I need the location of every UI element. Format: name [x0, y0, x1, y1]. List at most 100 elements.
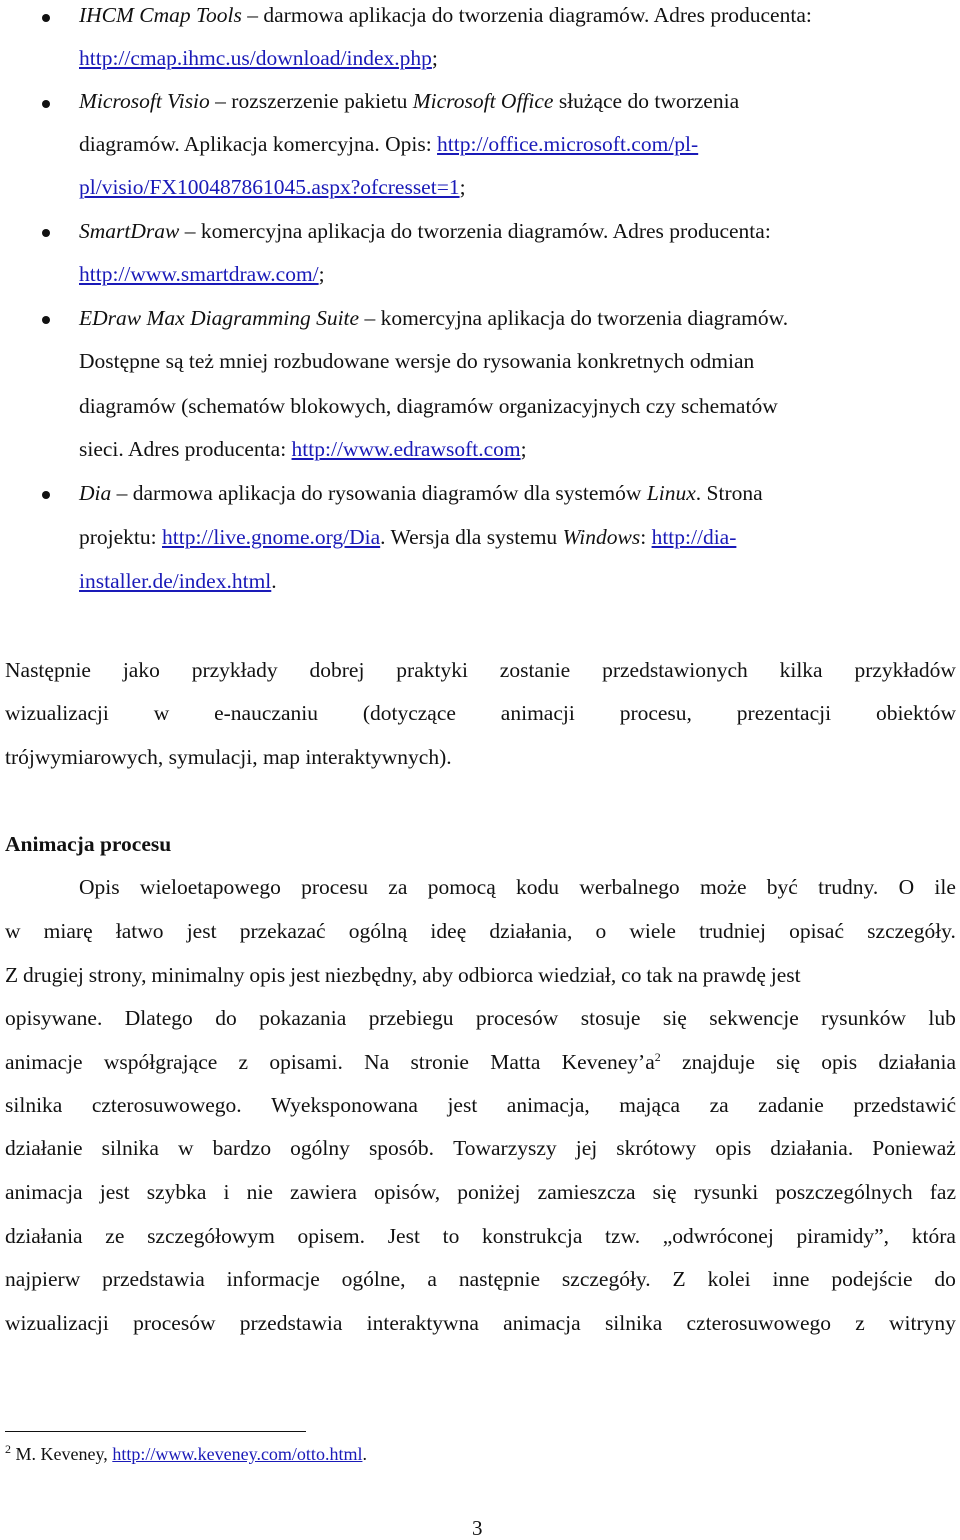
word: opis	[821, 1050, 858, 1074]
footnote-reference[interactable]: 2	[655, 1050, 661, 1064]
word: może	[699, 875, 747, 899]
word: się	[662, 1006, 687, 1030]
word: „odwróconej	[662, 1224, 774, 1248]
word: łatwo	[115, 919, 164, 943]
word: a	[427, 1267, 437, 1291]
word: Jest	[387, 1224, 420, 1248]
word: nie	[246, 1180, 273, 1204]
visio-link-part2[interactable]: pl/visio/FX100487861045.aspx?ofcresset=1	[79, 175, 460, 199]
dia-link[interactable]: http://live.gnome.org/Dia	[162, 525, 380, 549]
word: animacje	[5, 1050, 83, 1074]
word: jest	[99, 1180, 130, 1204]
bullet-line: diagramów. Aplikacja komercyjna. Opis: h…	[79, 132, 698, 156]
word: szczegółowym	[147, 1224, 275, 1248]
word: działania.	[770, 1136, 854, 1160]
paragraph-line: opisywane. Dlatego do pokazania przebiegu pro…	[5, 1006, 956, 1030]
dia-installer-link-part1[interactable]: http://dia-	[652, 525, 737, 549]
bullet-icon	[42, 229, 50, 237]
cmap-link[interactable]: http://cmap.ihmc.us/download/index.php	[79, 46, 432, 70]
paragraph-line: najpierw przedstawia informacje ogólne, a nas…	[5, 1267, 956, 1291]
word: Wyeksponowana	[271, 1093, 418, 1117]
dia-installer-link-part2[interactable]: installer.de/index.html	[79, 569, 271, 593]
word: inne	[772, 1267, 810, 1291]
visio-link-part1[interactable]: http://office.microsoft.com/pl-	[437, 132, 698, 156]
bullet-line: Microsoft Visio – rozszerzenie pakietu M…	[79, 89, 739, 113]
word: ogólną	[348, 919, 408, 943]
word: w	[178, 1136, 194, 1160]
word: ze	[105, 1224, 125, 1248]
word: podejście	[831, 1267, 913, 1291]
os-name: Linux	[646, 481, 696, 505]
word: to	[442, 1224, 460, 1248]
page-number: 3	[472, 1516, 483, 1540]
word: czterosuwowego	[686, 1311, 831, 1335]
word: (dotyczące	[362, 701, 456, 725]
bullet-text: – darmowa aplikacja do tworzenia diagram…	[241, 3, 812, 27]
word: O	[898, 875, 915, 899]
product-name: Microsoft Office	[412, 89, 554, 113]
word: działania	[5, 1224, 83, 1248]
word: lub	[928, 1006, 956, 1030]
word: animacja,	[506, 1093, 590, 1117]
word: kodu	[516, 875, 560, 899]
word: rysunki	[693, 1180, 759, 1204]
word: skrótowy	[616, 1136, 697, 1160]
word: przedstawia	[239, 1311, 343, 1335]
word: procesów	[475, 1006, 559, 1030]
word: przebiegu	[368, 1006, 454, 1030]
paragraph-line: działania ze szczegółowym opisem. Jest to kons…	[5, 1224, 956, 1248]
word: stosuje	[580, 1006, 641, 1030]
bullet-line: sieci. Adres producenta: http://www.edra…	[79, 437, 527, 461]
bullet-text: diagramów. Aplikacja komercyjna. Opis:	[79, 132, 438, 156]
bullet-line: http://cmap.ihmc.us/download/index.php;	[79, 46, 438, 70]
bullet-icon	[42, 316, 50, 324]
word: opisywane.	[5, 1006, 103, 1030]
word: ogólne,	[341, 1267, 406, 1291]
paragraph-line: silnika czterosuwowego. Wyeksponowana jest a…	[5, 1093, 956, 1117]
word: konstrukcja	[482, 1224, 583, 1248]
paragraph-line: animacje współgrające z opisami. Na stronie Ma…	[5, 1050, 956, 1074]
bullet-line: projektu: http://live.gnome.org/Dia. Wer…	[79, 525, 737, 549]
software-name: EDraw Max Diagramming Suite	[79, 306, 360, 330]
word: stronie	[410, 1050, 469, 1074]
word: silnika	[5, 1093, 63, 1117]
edraw-link[interactable]: http://www.edrawsoft.com	[292, 437, 521, 461]
word: witryny	[889, 1311, 956, 1335]
word: Dlatego	[124, 1006, 193, 1030]
word: zawiera	[290, 1180, 357, 1204]
word: do	[934, 1267, 956, 1291]
keveney-link[interactable]: http://www.keveney.com/otto.html	[112, 1444, 362, 1464]
word: praktyki	[396, 658, 468, 682]
word: animacja	[5, 1180, 83, 1204]
section-heading: Animacja procesu	[5, 832, 172, 856]
word: działania,	[489, 919, 573, 943]
bullet-icon	[42, 100, 50, 108]
smartdraw-link[interactable]: http://www.smartdraw.com/	[79, 262, 319, 286]
word: rysunków	[821, 1006, 906, 1030]
paragraph-line: wizualizacji w e-nauczaniu (dotyczące animac…	[5, 701, 956, 725]
word: o	[595, 919, 607, 943]
footnote-separator	[5, 1431, 306, 1432]
word: procesu	[301, 875, 368, 899]
word: poniżej	[457, 1180, 521, 1204]
word: Z	[672, 1267, 686, 1291]
bullet-text: . Strona	[695, 481, 763, 505]
punctuation: :	[640, 525, 652, 549]
paragraph-line: Następnie jako przykłady dobrej praktyki zost…	[5, 658, 956, 682]
word: prezentacji	[736, 701, 832, 725]
word: czterosuwowego.	[91, 1093, 242, 1117]
word: obiektów	[875, 701, 956, 725]
word: przykładów	[854, 658, 956, 682]
word: do	[215, 1006, 237, 1030]
word: procesu,	[619, 701, 692, 725]
bullet-icon	[42, 14, 50, 22]
word: opisem.	[297, 1224, 365, 1248]
word: ogólny	[290, 1136, 350, 1160]
word: interaktywna	[366, 1311, 479, 1335]
word: animacji	[500, 701, 575, 725]
word: za	[709, 1093, 729, 1117]
os-name: Windows	[562, 525, 641, 549]
word: w	[153, 701, 170, 725]
paragraph-line: trójwymiarowych, symulacji, map interakt…	[5, 745, 452, 769]
word: jest	[186, 919, 217, 943]
